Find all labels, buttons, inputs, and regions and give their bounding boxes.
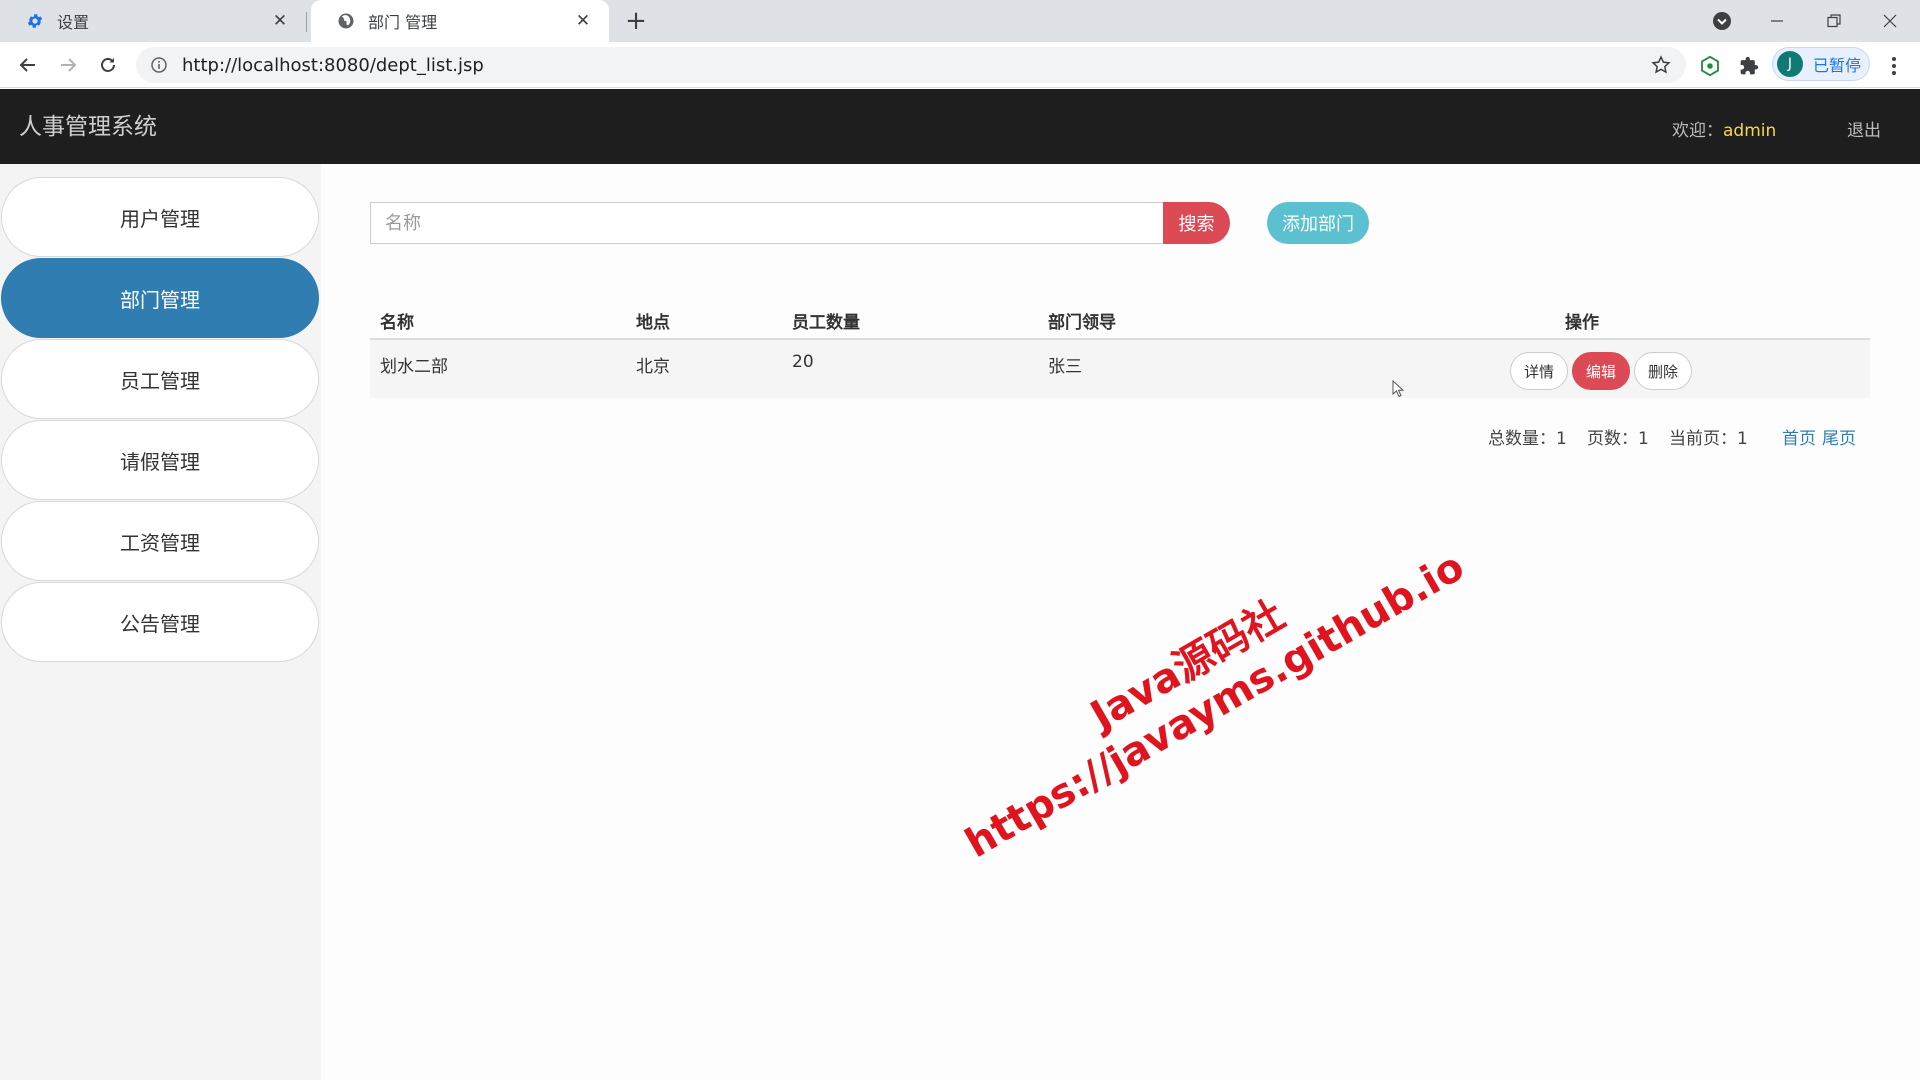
browser-toolbar: http://localhost:8080/dept_list.jsp J 已暂…: [0, 42, 1920, 88]
add-department-button[interactable]: 添加部门: [1267, 202, 1369, 244]
reload-icon[interactable]: [94, 51, 122, 79]
extension-hex-icon[interactable]: [1697, 53, 1723, 79]
column-header-leader: 部门领导: [1048, 313, 1116, 333]
sidebar-item-users[interactable]: 用户管理: [1, 177, 319, 257]
search-button[interactable]: 搜索: [1163, 202, 1230, 244]
department-table: 名称 地点 员工数量 部门领导 操作 划水二部 北京 20 张三 详情 编辑 删…: [370, 294, 1870, 398]
total-count: 总数量：1: [1488, 429, 1567, 449]
bookmark-star-icon[interactable]: [1650, 54, 1672, 76]
more-menu-icon[interactable]: [1882, 53, 1906, 79]
tab-dept-manage[interactable]: 部门 管理 ✕: [311, 0, 609, 42]
new-tab-icon[interactable]: +: [622, 8, 650, 36]
close-icon[interactable]: ✕: [270, 11, 290, 31]
tab-search-icon[interactable]: [1694, 0, 1750, 42]
globe-icon: [336, 11, 356, 31]
sidebar-item-salary[interactable]: 工资管理: [1, 501, 319, 581]
tab-settings[interactable]: 设置 ✕: [0, 0, 307, 42]
address-bar[interactable]: http://localhost:8080/dept_list.jsp: [136, 47, 1686, 83]
info-icon[interactable]: [150, 56, 168, 74]
detail-button[interactable]: 详情: [1510, 352, 1568, 390]
sidebar: 用户管理 部门管理 员工管理 请假管理 工资管理 公告管理: [0, 164, 321, 1080]
search-input[interactable]: [370, 202, 1164, 244]
avatar: J: [1777, 51, 1803, 77]
sidebar-item-departments[interactable]: 部门管理: [1, 258, 319, 338]
minimize-icon[interactable]: [1749, 0, 1805, 42]
cell-location: 北京: [636, 357, 670, 377]
sidebar-item-notices[interactable]: 公告管理: [1, 582, 319, 662]
app-header: 人事管理系统 欢迎：admin 退出: [0, 89, 1920, 164]
current-page: 当前页：1: [1669, 429, 1748, 449]
cell-count: 20: [792, 352, 814, 372]
mouse-cursor-icon: [1392, 380, 1405, 398]
edit-button[interactable]: 编辑: [1572, 352, 1630, 390]
tab-title: 部门 管理: [368, 13, 438, 32]
profile-status: 已暂停: [1813, 56, 1862, 75]
gear-icon: [25, 11, 45, 31]
close-icon[interactable]: ✕: [573, 11, 593, 31]
column-header-actions: 操作: [1565, 313, 1599, 333]
welcome-label: 欢迎：: [1672, 121, 1723, 141]
profile-button[interactable]: J 已暂停: [1772, 47, 1870, 81]
forward-icon[interactable]: [54, 51, 82, 79]
welcome-text: 欢迎：admin: [1672, 116, 1776, 141]
browser-tabstrip: 设置 ✕ 部门 管理 ✕ +: [0, 0, 1920, 42]
cell-leader: 张三: [1048, 357, 1082, 377]
close-window-icon[interactable]: [1862, 0, 1918, 42]
tab-title: 设置: [57, 13, 90, 32]
url-text[interactable]: http://localhost:8080/dept_list.jsp: [182, 55, 484, 76]
username: admin: [1723, 121, 1777, 141]
delete-button[interactable]: 删除: [1634, 352, 1692, 390]
first-page-link[interactable]: 首页: [1782, 424, 1816, 449]
extensions-puzzle-icon[interactable]: [1736, 53, 1762, 79]
table-header: 名称 地点 员工数量 部门领导 操作: [370, 294, 1870, 340]
restore-icon[interactable]: [1806, 0, 1862, 42]
sidebar-item-employees[interactable]: 员工管理: [1, 339, 319, 419]
cell-name: 划水二部: [380, 357, 448, 377]
column-header-name: 名称: [380, 313, 414, 333]
column-header-count: 员工数量: [792, 313, 860, 333]
sidebar-item-leave[interactable]: 请假管理: [1, 420, 319, 500]
table-row: 划水二部 北京 20 张三 详情 编辑 删除: [370, 340, 1870, 398]
column-header-location: 地点: [636, 313, 670, 333]
app-title[interactable]: 人事管理系统: [19, 107, 157, 141]
page-count: 页数：1: [1587, 429, 1649, 449]
back-icon[interactable]: [14, 51, 42, 79]
last-page-link[interactable]: 尾页: [1822, 424, 1856, 449]
main-content: 搜索 添加部门 名称 地点 员工数量 部门领导 操作 划水二部 北京 20 张三…: [321, 164, 1920, 1080]
logout-link[interactable]: 退出: [1847, 116, 1881, 141]
